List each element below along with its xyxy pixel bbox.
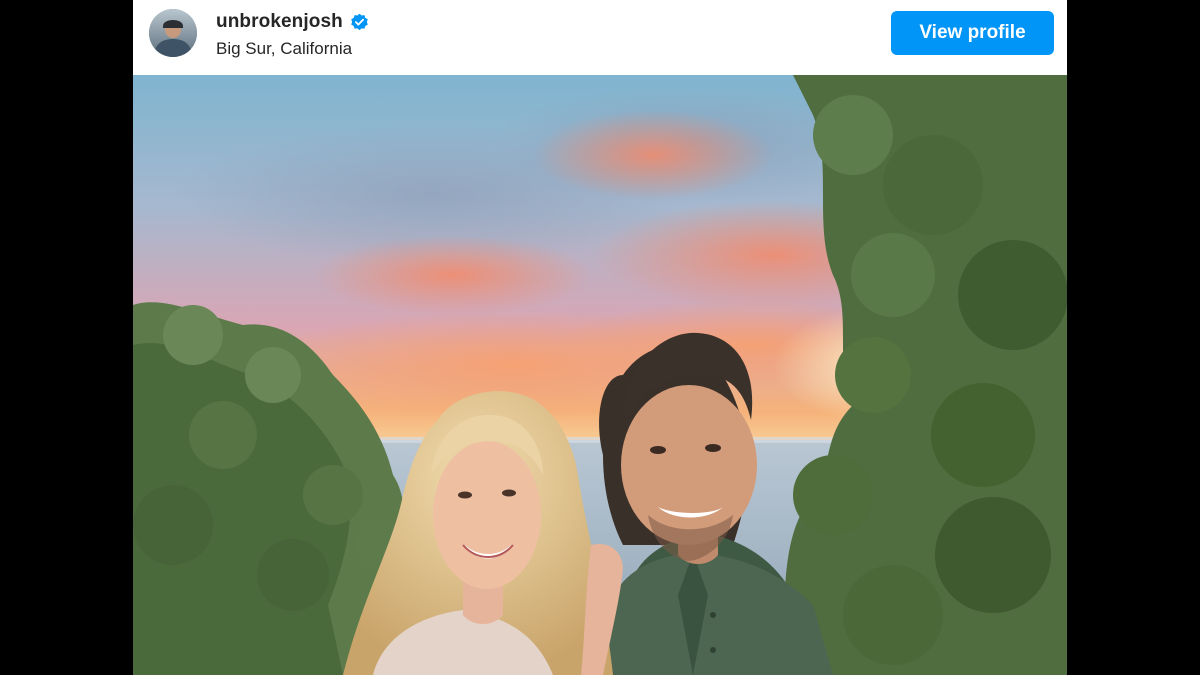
post-header: unbrokenjosh Big Sur, California View pr… (133, 0, 1067, 75)
view-profile-button[interactable]: View profile (891, 11, 1054, 55)
username-row: unbrokenjosh (216, 10, 369, 34)
video-frame: unbrokenjosh Big Sur, California View pr… (0, 0, 1200, 675)
user-info: unbrokenjosh Big Sur, California (216, 10, 369, 59)
instagram-post-embed: unbrokenjosh Big Sur, California View pr… (133, 0, 1067, 675)
username-link[interactable]: unbrokenjosh (216, 11, 343, 33)
profile-avatar[interactable] (149, 9, 197, 57)
location-link[interactable]: Big Sur, California (216, 39, 369, 59)
post-photo[interactable] (133, 75, 1067, 675)
verified-badge-icon (350, 13, 369, 32)
